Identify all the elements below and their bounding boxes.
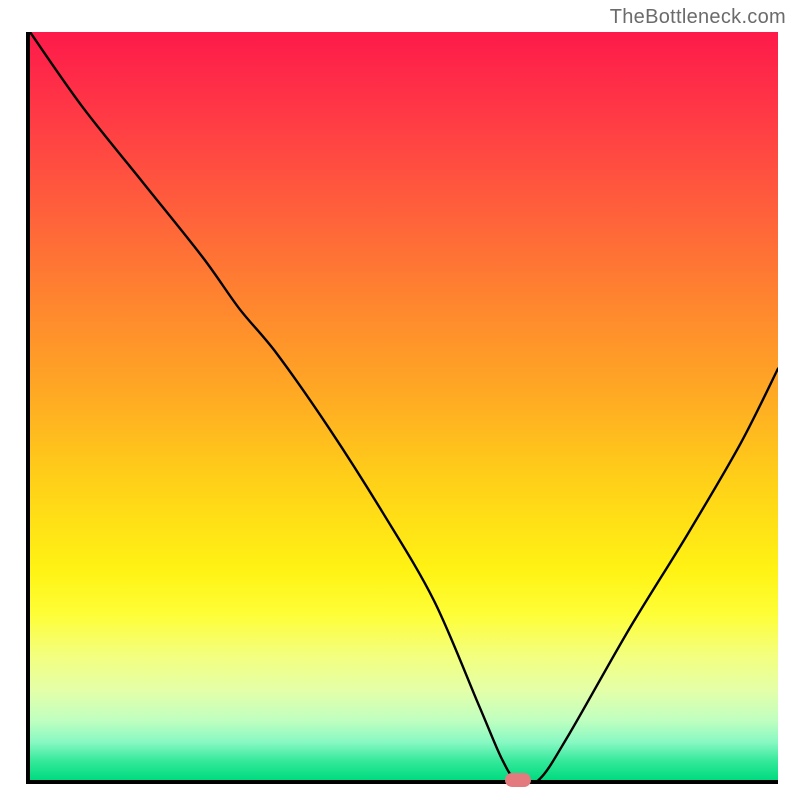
chart-stage: TheBottleneck.com: [0, 0, 800, 800]
plot-frame: [26, 32, 778, 784]
optimal-marker: [505, 773, 531, 787]
gradient-background: [30, 32, 778, 780]
watermark-text: TheBottleneck.com: [610, 6, 786, 29]
